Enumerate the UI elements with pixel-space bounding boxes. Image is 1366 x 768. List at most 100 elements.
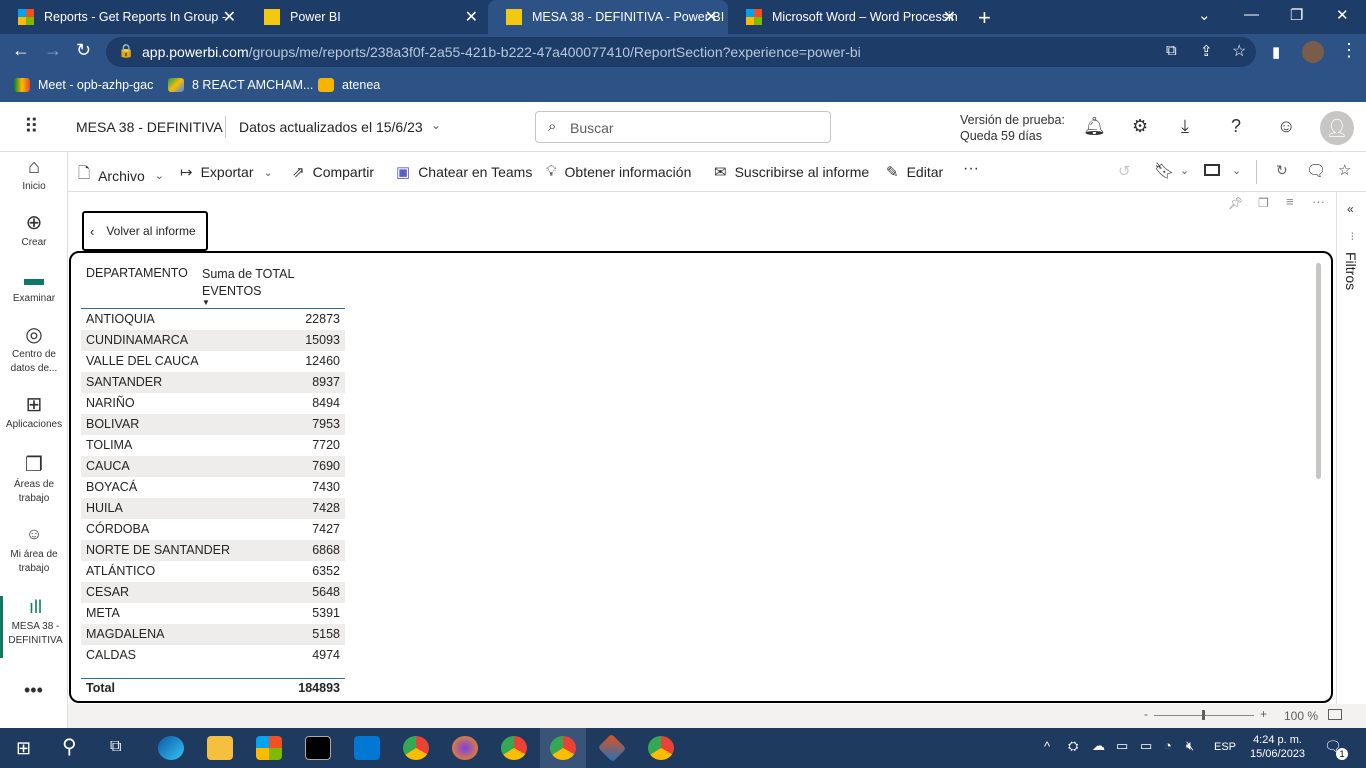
forward-arrow-icon[interactable]: → [44, 40, 62, 61]
install-icon[interactable]: ⧉ [1166, 42, 1177, 59]
table-row[interactable]: ATLÁNTICO 6352 [81, 561, 345, 582]
star-icon[interactable]: ☆ [1232, 41, 1246, 61]
tab-reports[interactable]: Reports - Get Reports In Group - ✕ [0, 0, 246, 34]
close-icon[interactable]: ✕ [943, 7, 956, 27]
tab-word[interactable]: Microsoft Word – Word Processin ✕ [728, 0, 966, 34]
file-explorer-icon[interactable] [207, 736, 233, 760]
download-icon[interactable]: ⤓ [1181, 116, 1189, 137]
smiley-icon[interactable]: ☺ [1277, 116, 1295, 137]
chevron-down-icon[interactable]: ⌄ [431, 118, 441, 132]
undo-icon[interactable]: ↺ [1118, 162, 1131, 180]
obtener-info-button[interactable]: 💡︎ Obtener información [546, 163, 691, 180]
table-row[interactable]: CESAR 5648 [81, 582, 345, 603]
search-input[interactable]: ⌕ Buscar [535, 111, 831, 143]
tray-app-icon[interactable]: ⛭ [1068, 738, 1078, 754]
store-icon[interactable] [256, 736, 282, 760]
report-title[interactable]: MESA 38 - DEFINITIVA [76, 119, 223, 135]
compartir-button[interactable]: ⇗ Compartir [292, 163, 374, 181]
vscode-icon[interactable] [354, 736, 380, 760]
nav-inicio[interactable]: ⌂ Inicio [0, 157, 68, 194]
restore-icon[interactable]: ❐ [1290, 6, 1303, 24]
table-row[interactable]: BOLIVAR 7953 [81, 414, 345, 435]
more-icon[interactable]: ••• [24, 680, 43, 701]
filter-icon[interactable]: ≡ [1286, 194, 1294, 209]
table-row[interactable]: CUNDINAMARCA 15093 [81, 330, 345, 351]
chrome-icon[interactable] [550, 736, 576, 760]
nav-aplicaciones[interactable]: ⊞ Aplicaciones [0, 395, 68, 432]
bookmark-react[interactable]: 8 REACT AMCHAM... [168, 78, 313, 92]
onedrive-icon[interactable]: ☁ [1092, 738, 1105, 754]
comment-icon[interactable]: 🗨︎ [1306, 161, 1326, 181]
new-tab-icon[interactable]: + [978, 5, 991, 31]
editar-button[interactable]: ✎ Editar [886, 163, 943, 181]
help-icon[interactable]: ? [1231, 116, 1241, 137]
zoom-in-button[interactable]: + [1260, 707, 1267, 721]
exportar-menu[interactable]: ↦ Exportar ⌄ [180, 163, 273, 181]
close-icon[interactable]: ✕ [705, 7, 718, 27]
git-icon[interactable] [597, 733, 627, 763]
chrome-icon[interactable] [403, 736, 429, 760]
chevron-down-icon[interactable]: ⌄ [1232, 164, 1241, 177]
table-row[interactable]: CÓRDOBA 7427 [81, 519, 345, 540]
copy-icon[interactable]: ❐ [1258, 196, 1269, 210]
teams-button[interactable]: ▣ Chatear en Teams [396, 163, 532, 181]
table-row[interactable]: TOLIMA 7720 [81, 435, 345, 456]
table-row[interactable]: CALDAS 4974 [81, 645, 345, 666]
bookmark-atenea[interactable]: atenea [318, 78, 380, 92]
nav-mi-area[interactable]: ☺ Mi área de trabajo [0, 527, 68, 576]
zoom-out-button[interactable]: - [1144, 707, 1148, 721]
view-icon[interactable] [1204, 164, 1220, 176]
tab-powerbi[interactable]: Power BI ✕ [246, 0, 488, 34]
volume-muted-icon[interactable]: 🔇︎ [1186, 738, 1194, 754]
table-row[interactable]: ANTIOQUIA 22873 [81, 309, 345, 330]
vertical-scrollbar[interactable] [1316, 263, 1321, 479]
more-icon[interactable]: ··· [963, 160, 979, 178]
gear-icon[interactable]: ⚙ [1132, 116, 1148, 137]
share-icon[interactable]: ⇪ [1200, 42, 1213, 60]
table-row[interactable]: BOYACÁ 7430 [81, 477, 345, 498]
data-updated-label[interactable]: Datos actualizados el 15/6/23 [239, 119, 423, 135]
wifi-icon[interactable]: ◔ [1164, 738, 1172, 753]
nav-areas-trabajo[interactable]: ❐ Áreas de trabajo [0, 455, 68, 506]
suscribirse-button[interactable]: ✉ Suscribirse al informe [714, 163, 869, 181]
back-arrow-icon[interactable]: ← [12, 40, 30, 61]
zoom-slider-thumb[interactable] [1202, 710, 1205, 720]
table-row[interactable]: NORTE DE SANTANDER 6868 [81, 540, 345, 561]
more-icon[interactable]: ··· [1312, 194, 1325, 209]
task-view-icon[interactable]: ⧉ [110, 738, 121, 756]
search-icon[interactable]: ⚲ [62, 734, 77, 759]
tab-mesa38[interactable]: MESA 38 - DEFINITIVA - Power BI ✕ [488, 0, 728, 34]
edge-icon[interactable] [158, 736, 184, 760]
nav-examinar[interactable]: ▬ Examinar [0, 269, 68, 306]
avatar[interactable] [1302, 41, 1324, 63]
app-launcher-icon[interactable]: ⠿ [24, 114, 39, 139]
chevron-left-double-icon[interactable]: « [1347, 202, 1354, 216]
fit-page-icon[interactable] [1328, 709, 1342, 720]
intellij-icon[interactable] [305, 736, 331, 760]
more-vert-icon[interactable]: ⋮ [1340, 40, 1358, 61]
nav-crear[interactable]: ⊕ Crear [0, 213, 68, 250]
close-icon[interactable]: ✕ [465, 7, 478, 27]
nav-mesa38[interactable]: ıll MESA 38 - DEFINITIVA [0, 596, 68, 658]
close-icon[interactable]: ✕ [223, 7, 236, 27]
favorite-icon[interactable]: ☆ [1338, 161, 1351, 179]
close-window-icon[interactable]: ✕ [1336, 6, 1349, 24]
table-row[interactable]: CAUCA 7690 [81, 456, 345, 477]
pin-icon[interactable]: 📌︎ [1228, 196, 1243, 210]
back-to-report-button[interactable]: ‹ Volver al informe [82, 211, 208, 251]
language-indicator[interactable]: ESP [1214, 741, 1236, 753]
refresh-icon[interactable]: ↻ [1276, 162, 1288, 179]
bookmark-icon[interactable]: 🔖︎ [1154, 161, 1174, 181]
minimize-icon[interactable]: — [1244, 6, 1259, 23]
firefox-icon[interactable] [452, 736, 478, 760]
bookmark-meet[interactable]: Meet - opb-azhp-gac [14, 78, 153, 92]
chrome-icon[interactable] [648, 736, 674, 760]
col-header-departamento[interactable]: DEPARTAMENTO [86, 266, 188, 280]
battery-icon[interactable]: ▭ [1140, 738, 1152, 754]
col-header-total-eventos[interactable]: Suma de TOTAL EVENTOS [202, 266, 312, 300]
table-row[interactable]: SANTANDER 8937 [81, 372, 345, 393]
display-icon[interactable]: ▭ [1116, 738, 1128, 754]
table-row[interactable]: META 5391 [81, 603, 345, 624]
chevron-down-icon[interactable]: ⌄ [1198, 6, 1211, 24]
nav-centro-datos[interactable]: ◎ Centro de datos de... [0, 325, 68, 376]
